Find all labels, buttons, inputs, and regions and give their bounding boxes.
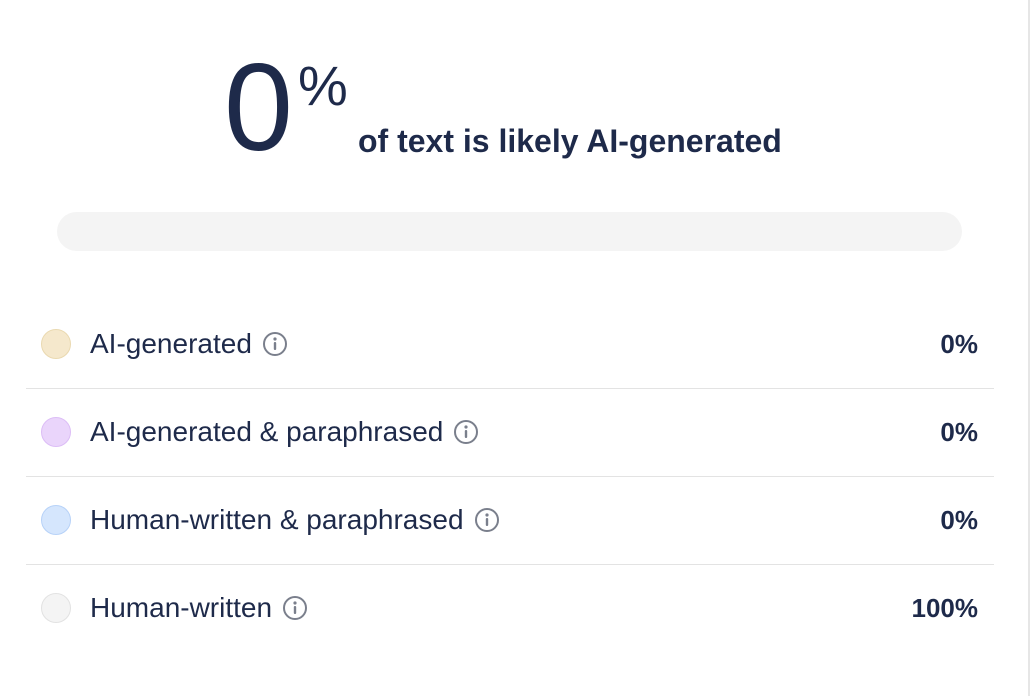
human-paraphrased-color-swatch bbox=[41, 505, 71, 535]
human-paraphrased-label: Human-written & paraphrased bbox=[90, 504, 464, 535]
info-icon[interactable] bbox=[453, 419, 479, 445]
info-icon[interactable] bbox=[282, 595, 308, 621]
ai-score-progress-bar bbox=[57, 212, 962, 251]
ai-score-value: 0 bbox=[224, 39, 293, 177]
breakdown-row-human-written: Human-written 100% bbox=[26, 565, 994, 653]
human-written-label: Human-written bbox=[90, 592, 273, 623]
ai-paraphrased-color-swatch bbox=[41, 417, 71, 447]
ai-score-caption: of text is likely AI-generated bbox=[358, 123, 782, 159]
human-written-color-swatch bbox=[41, 593, 71, 623]
human-paraphrased-value: 0% bbox=[940, 505, 978, 535]
info-icon[interactable] bbox=[262, 331, 288, 357]
classification-breakdown: AI-generated 0% AI-generated & paraphras… bbox=[26, 301, 994, 653]
ai-generated-color-swatch bbox=[41, 329, 71, 359]
breakdown-row-ai-generated: AI-generated 0% bbox=[26, 301, 994, 389]
ai-paraphrased-label: AI-generated & paraphrased bbox=[90, 416, 444, 447]
human-written-value: 100% bbox=[911, 593, 979, 623]
ai-score-headline: 0 % of text is likely AI-generated bbox=[0, 39, 1030, 177]
info-icon[interactable] bbox=[474, 507, 500, 533]
ai-paraphrased-value: 0% bbox=[940, 417, 978, 447]
ai-generated-value: 0% bbox=[940, 329, 978, 359]
ai-score-percent-sign: % bbox=[298, 54, 348, 117]
breakdown-row-human-paraphrased: Human-written & paraphrased 0% bbox=[26, 477, 994, 565]
breakdown-row-ai-paraphrased: AI-generated & paraphrased 0% bbox=[26, 389, 994, 477]
ai-generated-label: AI-generated bbox=[90, 328, 252, 359]
